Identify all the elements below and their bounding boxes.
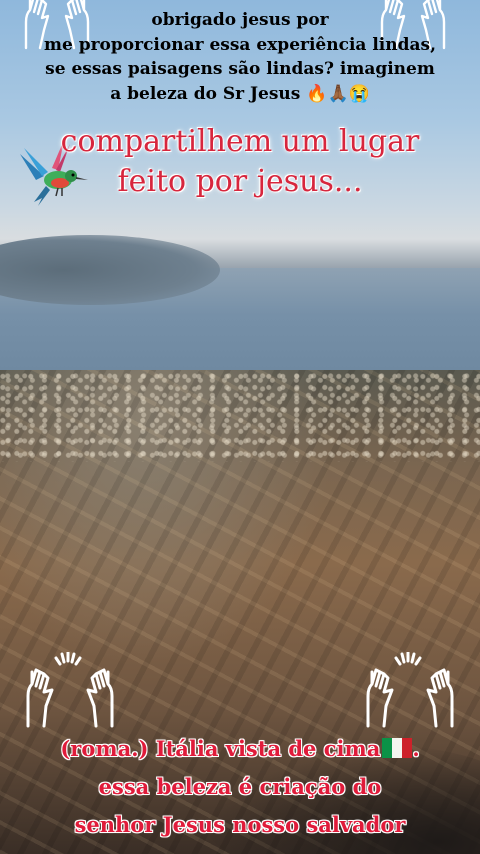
top-caption: obrigado jesus por me proporcionar essa …: [0, 8, 480, 106]
raised-hands-outline-icon: [366, 652, 454, 728]
italy-flag-icon: [382, 738, 413, 758]
top-caption-line: me proporcionar essa experiência lindas,: [43, 34, 437, 55]
title-line: feito por jesus...: [117, 164, 363, 199]
bottom-caption-line2: essa beleza é criação do: [98, 774, 382, 799]
top-caption-line: se essas paisagens são lindas? imaginem: [45, 59, 435, 79]
bottom-caption-line3: senhor Jesus nosso salvador: [74, 812, 406, 837]
bottom-caption-period: .: [412, 736, 420, 761]
top-caption-line: obrigado jesus por: [151, 10, 329, 30]
title: compartilhem um lugar feito por jesus...: [0, 122, 480, 202]
bottom-caption: (roma.) Itália vista de cima. essa belez…: [0, 730, 480, 844]
bottom-caption-line: (roma.) Itália vista de cima.: [0, 730, 480, 768]
top-caption-line: a beleza do Sr Jesus 🔥🙏🏾😭: [110, 83, 370, 104]
title-line: compartilhem um lugar: [60, 124, 420, 159]
raised-hands-outline-icon: [26, 652, 114, 728]
bottom-caption-line1: (roma.) Itália vista de cima: [60, 736, 381, 761]
town-area: [0, 372, 480, 462]
aerial-photo: obrigado jesus por me proporcionar essa …: [0, 0, 480, 854]
